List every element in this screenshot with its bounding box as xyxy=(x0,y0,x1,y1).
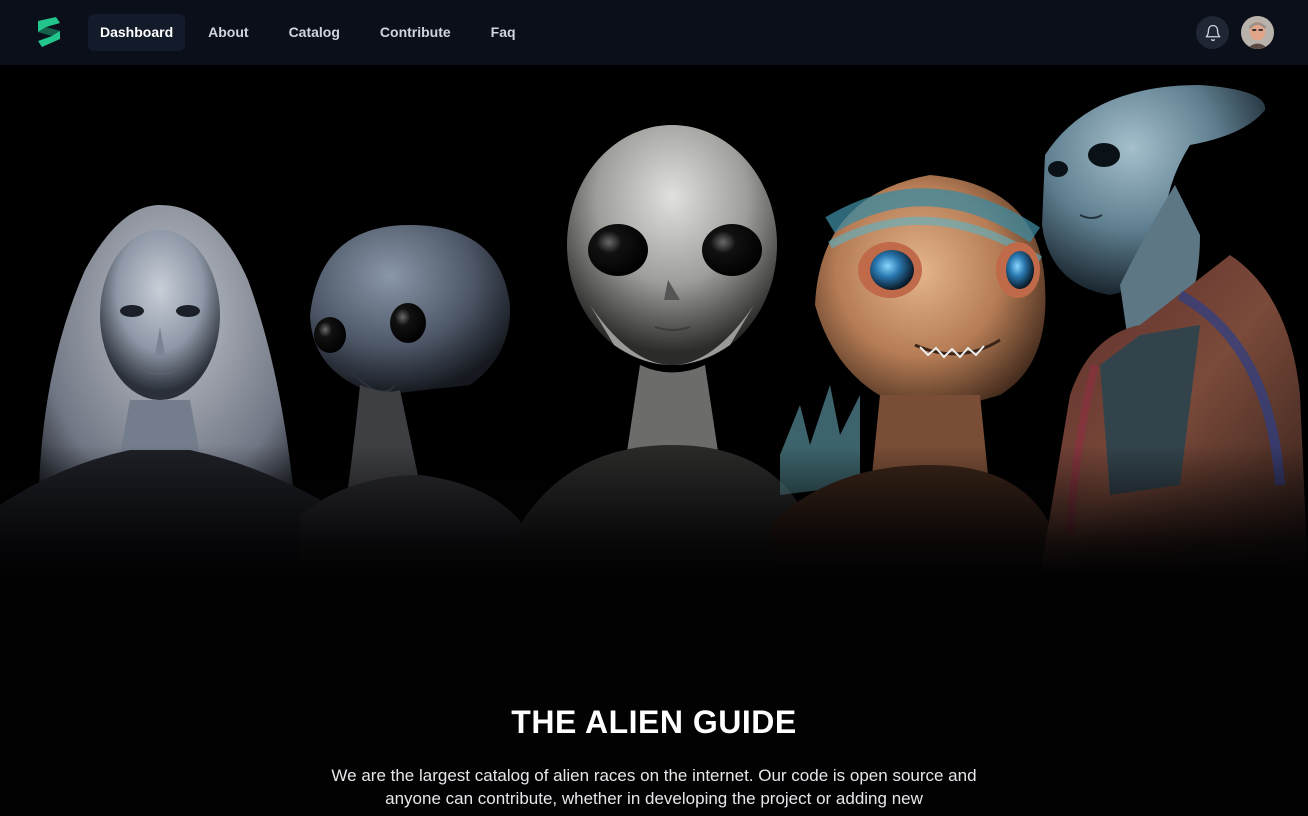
nav-faq[interactable]: Faq xyxy=(471,14,536,51)
nav-contribute[interactable]: Contribute xyxy=(360,14,471,51)
nav-about[interactable]: About xyxy=(188,14,268,51)
bell-icon xyxy=(1205,24,1220,41)
top-navbar: Dashboard About Catalog Contribute Faq xyxy=(0,0,1308,65)
user-avatar[interactable] xyxy=(1241,16,1274,49)
page-title: THE ALIEN GUIDE xyxy=(511,704,797,740)
notifications-button[interactable] xyxy=(1196,16,1229,49)
nav-dashboard[interactable]: Dashboard xyxy=(88,14,186,51)
main-nav: Dashboard About Catalog Contribute Faq xyxy=(88,14,536,51)
nav-catalog[interactable]: Catalog xyxy=(269,14,360,51)
hero-image xyxy=(0,65,1308,575)
intro-description: We are the largest catalog of alien race… xyxy=(331,766,977,808)
brand-logo-icon[interactable] xyxy=(32,15,66,49)
hero-fade-overlay xyxy=(0,445,1308,575)
